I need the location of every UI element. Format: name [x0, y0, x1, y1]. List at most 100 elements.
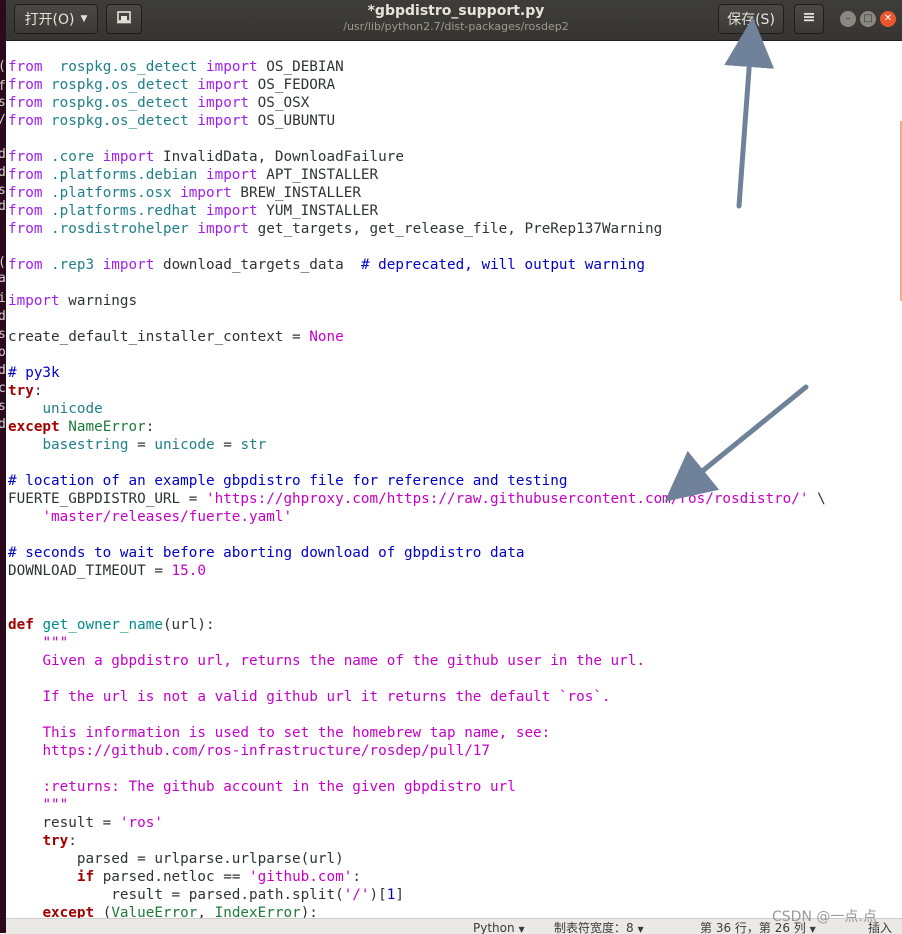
code-line[interactable]: # py3k: [8, 364, 826, 382]
code-token: import: [197, 59, 258, 75]
code-line[interactable]: https://github.com/ros-infrastructure/ro…: [8, 742, 826, 760]
code-line[interactable]: """: [8, 796, 826, 814]
code-line[interactable]: try:: [8, 382, 826, 400]
code-line[interactable]: from .core import InvalidData, DownloadF…: [8, 148, 826, 166]
code-token: # location of an example gbpdistro file …: [8, 473, 568, 489]
code-token: 'ros': [119, 815, 163, 831]
save-button[interactable]: 保存(S): [718, 4, 784, 34]
code-text[interactable]: from rospkg.os_detect import OS_DEBIAN fr…: [8, 58, 826, 922]
code-line[interactable]: [8, 130, 826, 148]
code-line[interactable]: result = parsed.path.split('/')[1]: [8, 886, 826, 904]
code-token: result = parsed.path.split(: [8, 887, 344, 903]
code-line[interactable]: [8, 526, 826, 544]
language-selector[interactable]: Python ▼: [473, 919, 525, 934]
code-token: :returns: The github account in the give…: [42, 779, 516, 795]
code-line[interactable]: except NameError:: [8, 418, 826, 436]
code-line[interactable]: If the url is not a valid github url it …: [8, 688, 826, 706]
code-line[interactable]: [8, 760, 826, 778]
code-token: basestring: [42, 437, 129, 453]
code-token: .core: [51, 149, 95, 165]
code-line[interactable]: from .rosdistrohelper import get_targets…: [8, 220, 826, 238]
code-editor[interactable]: from rospkg.os_detect import OS_DEBIAN fr…: [6, 41, 902, 933]
code-token: create_default_installer_context =: [8, 329, 310, 345]
minimize-icon[interactable]: –: [840, 11, 856, 27]
close-icon[interactable]: ✕: [880, 11, 896, 27]
code-line[interactable]: import warnings: [8, 292, 826, 310]
code-token: OS_FEDORA: [249, 77, 336, 93]
code-token: https://github.com/ros-infrastructure/ro…: [42, 743, 491, 759]
code-token: import: [94, 149, 155, 165]
code-line[interactable]: from rospkg.os_detect import OS_DEBIAN: [8, 58, 826, 76]
code-token: OS_UBUNTU: [249, 113, 336, 129]
code-line[interactable]: [8, 274, 826, 292]
code-token: OS_DEBIAN: [257, 59, 344, 75]
code-line[interactable]: from rospkg.os_detect import OS_UBUNTU: [8, 112, 826, 130]
code-token: .platforms.osx: [51, 185, 172, 201]
code-token: )[: [369, 887, 387, 903]
code-token: =: [128, 437, 155, 453]
code-line[interactable]: try:: [8, 832, 826, 850]
code-token: .rosdistrohelper: [51, 221, 189, 237]
code-line[interactable]: from .platforms.osx import BREW_INSTALLE…: [8, 184, 826, 202]
code-line[interactable]: 'master/releases/fuerte.yaml': [8, 508, 826, 526]
code-line[interactable]: if parsed.netloc == 'github.com':: [8, 868, 826, 886]
code-token: import: [197, 203, 258, 219]
code-line[interactable]: This information is used to set the home…: [8, 724, 826, 742]
code-line[interactable]: [8, 670, 826, 688]
code-line[interactable]: from .platforms.debian import APT_INSTAL…: [8, 166, 826, 184]
code-line[interactable]: from rospkg.os_detect import OS_FEDORA: [8, 76, 826, 94]
code-line[interactable]: [8, 346, 826, 364]
code-line[interactable]: # location of an example gbpdistro file …: [8, 472, 826, 490]
code-line[interactable]: from rospkg.os_detect import OS_OSX: [8, 94, 826, 112]
code-line[interactable]: FUERTE_GBPDISTRO_URL = 'https://ghproxy.…: [8, 490, 826, 508]
code-line[interactable]: def get_owner_name(url):: [8, 616, 826, 634]
maximize-icon[interactable]: □: [860, 11, 876, 27]
code-line[interactable]: [8, 580, 826, 598]
document-path: /usr/lib/python2.7/dist-packages/rosdep2: [343, 20, 569, 33]
open-button[interactable]: 打开(O) ▼: [14, 4, 98, 34]
code-line[interactable]: :returns: The github account in the give…: [8, 778, 826, 796]
code-token: warnings: [59, 293, 138, 309]
code-token: This information is used to set the home…: [42, 725, 551, 741]
code-line[interactable]: [8, 706, 826, 724]
code-token: from: [8, 257, 43, 273]
code-line[interactable]: parsed = urlparse.urlparse(url): [8, 850, 826, 868]
code-token: from: [8, 149, 43, 165]
code-token: """: [42, 635, 69, 651]
code-token: from: [8, 221, 43, 237]
code-line[interactable]: DOWNLOAD_TIMEOUT = 15.0: [8, 562, 826, 580]
code-line[interactable]: [8, 598, 826, 616]
code-line[interactable]: """: [8, 634, 826, 652]
code-line[interactable]: unicode: [8, 400, 826, 418]
hamburger-menu-button[interactable]: [794, 4, 824, 34]
document-title: *gbpdistro_support.py: [367, 3, 545, 19]
code-token: str: [240, 437, 267, 453]
code-line[interactable]: basestring = unicode = str: [8, 436, 826, 454]
code-line[interactable]: [8, 454, 826, 472]
code-token: InvalidData, DownloadFailure: [154, 149, 404, 165]
code-line[interactable]: [8, 310, 826, 328]
code-line[interactable]: # seconds to wait before aborting downlo…: [8, 544, 826, 562]
tab-width-selector[interactable]: 制表符宽度：8 ▼: [554, 919, 644, 934]
code-line[interactable]: [8, 238, 826, 256]
code-token: If the url is not a valid github url it …: [42, 689, 611, 705]
code-line[interactable]: Given a gbpdistro url, returns the name …: [8, 652, 826, 670]
code-line[interactable]: from .platforms.redhat import YUM_INSTAL…: [8, 202, 826, 220]
code-token: :: [145, 419, 155, 435]
code-line[interactable]: from .rep3 import download_targets_data …: [8, 256, 826, 274]
code-token: .rep3: [51, 257, 95, 273]
code-line[interactable]: result = 'ros': [8, 814, 826, 832]
new-tab-button[interactable]: [106, 4, 142, 34]
code-line[interactable]: create_default_installer_context = None: [8, 328, 826, 346]
code-token: import: [188, 221, 250, 237]
